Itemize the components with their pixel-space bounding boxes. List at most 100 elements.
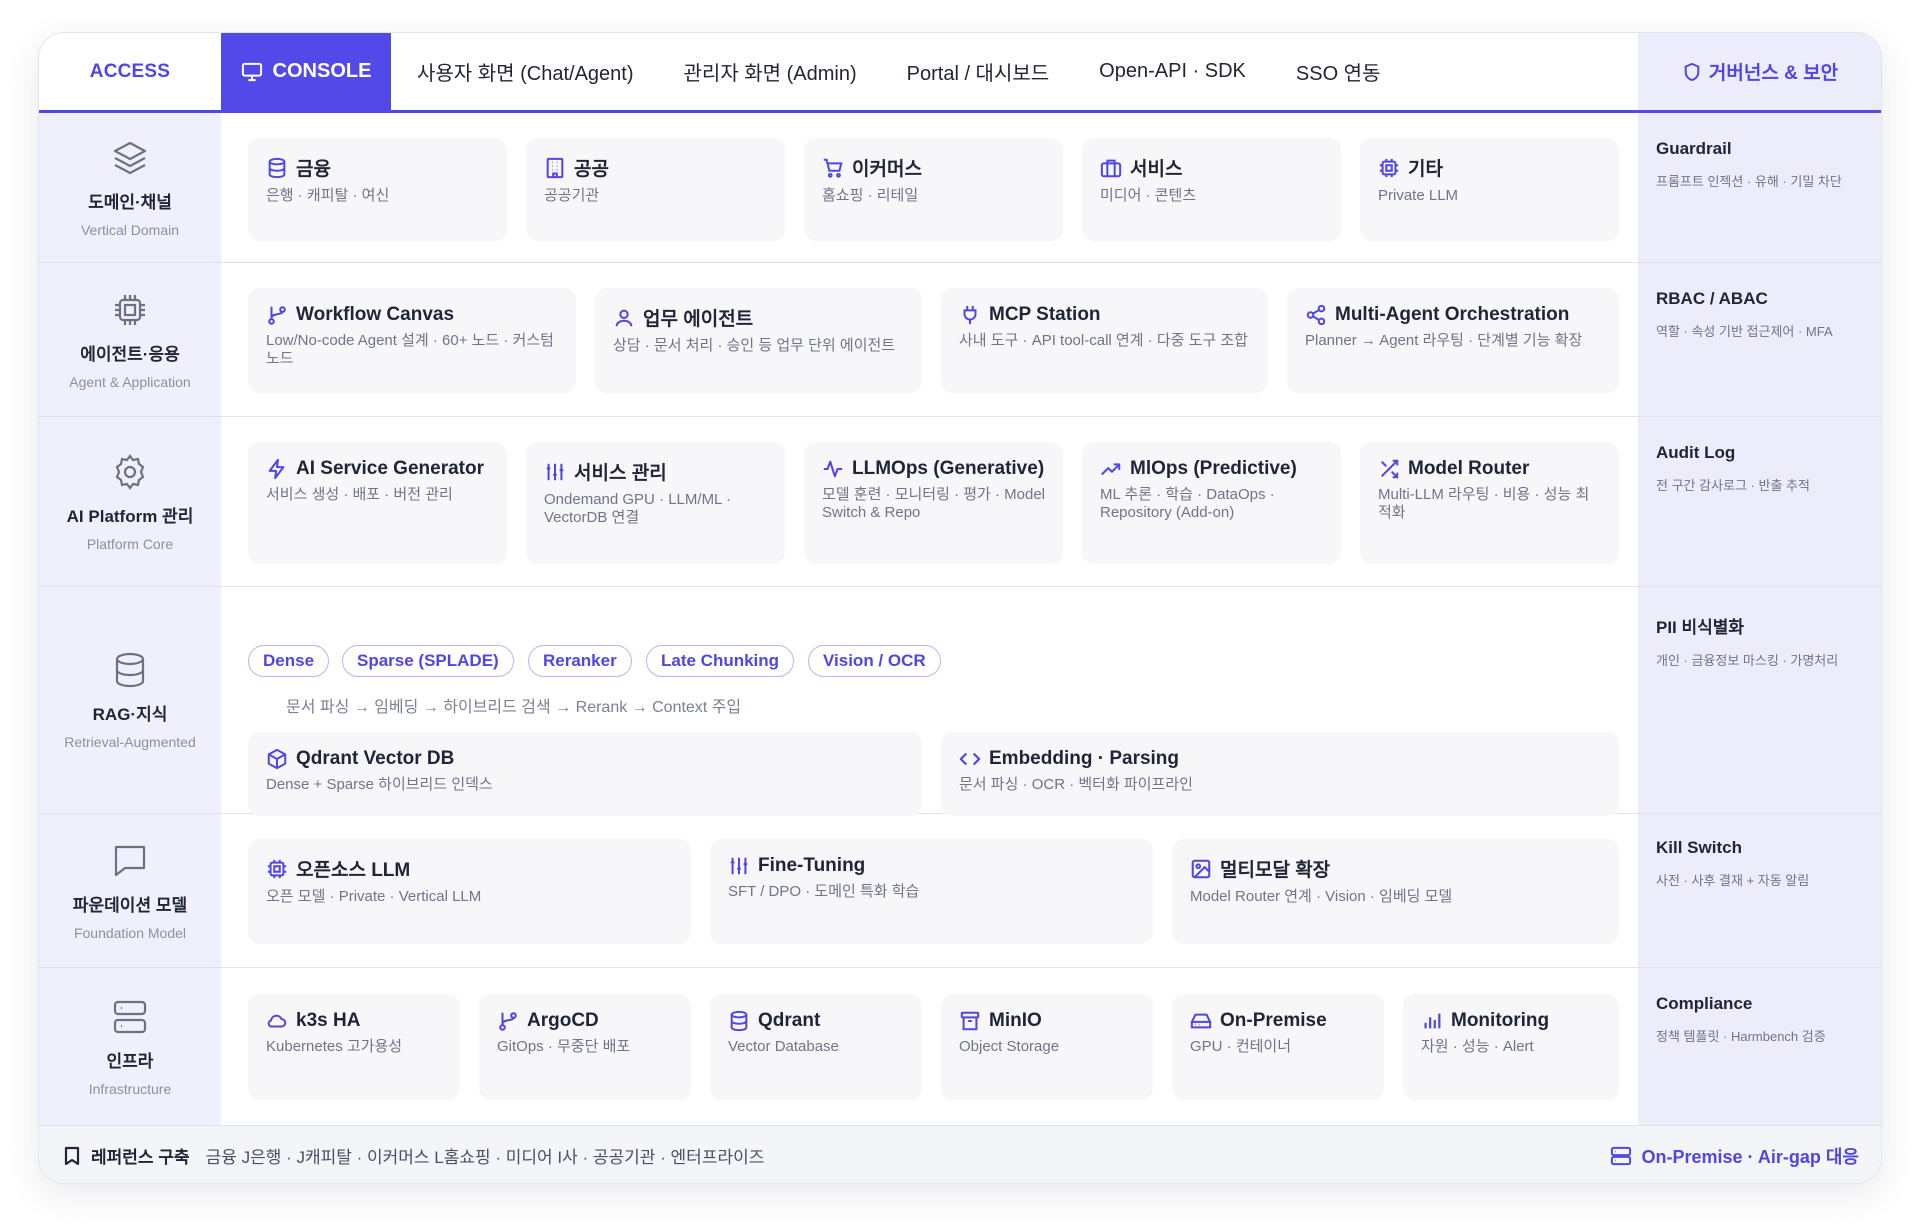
foundation-card-multimodal[interactable]: 멀티모달 확장 Model Router 연계 · Vision · 임베딩 모… (1172, 839, 1619, 944)
domain-card-service[interactable]: 서비스 미디어 · 콘텐츠 (1082, 138, 1341, 241)
row-divider (39, 967, 1881, 968)
governance-kill-switch: Kill Switch 사전 · 사후 결재 + 자동 알림 (1638, 838, 1881, 889)
platform-card-llmops[interactable]: LLMOps (Generative) 모델 훈련 · 모니터링 · 평가 · … (804, 442, 1063, 564)
platform-card-service-generator[interactable]: AI Service Generator 서비스 생성 · 배포 · 버전 관리 (248, 442, 507, 564)
tab-sso[interactable]: SSO 연동 (1296, 57, 1381, 86)
trend-icon (1100, 458, 1122, 480)
card-subtitle: Kubernetes 고가용성 (266, 1038, 403, 1055)
card-title: ArgoCD (527, 1010, 599, 1031)
sliders-icon (544, 461, 566, 483)
layer-subtitle: Infrastructure (88, 1080, 172, 1097)
tab-admin-screen[interactable]: 관리자 화면 (Admin) (684, 57, 857, 86)
layer-title: 에이전트·응용 (80, 344, 180, 364)
platform-card-mlops[interactable]: MlOps (Predictive) ML 추론 · 학습 · DataOps … (1082, 442, 1341, 564)
access-label: ACCESS (89, 60, 171, 82)
server-icon (110, 997, 150, 1037)
governance-title: Compliance (1656, 994, 1753, 1013)
cpu-icon (266, 858, 288, 880)
infra-card-k3s[interactable]: k3s HA Kubernetes 고가용성 (248, 994, 460, 1100)
card-title: 기타 (1408, 159, 1443, 180)
cube-icon (266, 748, 288, 770)
governance-rbac: RBAC / ABAC 역할 · 속성 기반 접근제어 · MFA (1638, 289, 1881, 340)
rag-flow-description: 문서 파싱 → 임베딩 → 하이브리드 검색 → Rerank → Contex… (286, 699, 742, 716)
infra-card-minio[interactable]: MinIO Object Storage (941, 994, 1153, 1100)
chip-icon (110, 290, 150, 330)
card-subtitle: 상담 · 문서 처리 · 승인 등 업무 단위 에이전트 (613, 337, 896, 354)
card-title: Workflow Canvas (296, 304, 455, 325)
rag-chip-vision-ocr[interactable]: Vision / OCR (808, 645, 941, 677)
agent-card-orchestration[interactable]: Multi-Agent Orchestration Planner → Agen… (1287, 288, 1619, 393)
tab-user-screen[interactable]: 사용자 화면 (Chat/Agent) (417, 57, 634, 86)
rag-card-qdrant[interactable]: Qdrant Vector DB Dense + Sparse 하이브리드 인덱… (248, 732, 922, 816)
governance-subtitle: 프롬프트 인젝션 · 유해 · 기밀 차단 (1656, 174, 1842, 189)
governance-title: Audit Log (1656, 443, 1736, 462)
governance-pii: PII 비식별화 개인 · 금융정보 마스킹 · 가명처리 (1638, 613, 1881, 669)
card-title: AI Service Generator (296, 458, 484, 479)
rag-chip-sparse[interactable]: Sparse (SPLADE) (342, 645, 514, 677)
card-title: Embedding · Parsing (989, 748, 1180, 769)
card-subtitle: ML 추론 · 학습 · DataOps · Repository (Add-o… (1100, 486, 1275, 521)
database-icon (110, 650, 150, 690)
rag-chip-dense[interactable]: Dense (248, 645, 330, 677)
layer-domain: 도메인·채널 Vertical Domain (39, 113, 221, 262)
shield-icon (1683, 62, 1701, 82)
infra-card-qdrant[interactable]: Qdrant Vector Database (710, 994, 922, 1100)
card-title: Qdrant (758, 1010, 821, 1031)
governance-subtitle: 전 구간 감사로그 · 반출 추적 (1656, 478, 1810, 493)
card-title: 공공 (574, 159, 609, 180)
agent-card-workflow[interactable]: Workflow Canvas Low/No-code Agent 설계 · 6… (248, 288, 576, 393)
tab-portal[interactable]: Portal / 대시보드 (907, 57, 1050, 86)
domain-card-public[interactable]: 공공 공공기관 (526, 138, 785, 241)
card-subtitle: Private LLM (1378, 187, 1459, 204)
branch-icon (266, 304, 288, 326)
rag-chip-reranker[interactable]: Reranker (528, 645, 632, 677)
console-tab[interactable]: CONSOLE (221, 33, 391, 110)
governance-title: Kill Switch (1656, 838, 1742, 857)
monitor-icon (241, 62, 263, 82)
layer-title: 도메인·채널 (88, 192, 172, 212)
layer-subtitle: Retrieval-Augmented (64, 734, 196, 750)
domain-card-other[interactable]: 기타 Private LLM (1360, 138, 1619, 241)
platform-card-service-management[interactable]: 서비스 관리 Ondemand GPU · LLM/ML · VectorDB … (526, 442, 785, 564)
footer-bar: 레퍼런스 구축 금융 J은행 · J캐피탈 · 이커머스 L홈쇼핑 · 미디어 … (39, 1125, 1881, 1183)
briefcase-icon (1100, 157, 1122, 179)
rag-chip-late-chunking[interactable]: Late Chunking (646, 645, 795, 677)
platform-card-model-router[interactable]: Model Router Multi-LLM 라우팅 · 비용 · 성능 최적화 (1360, 442, 1619, 564)
card-subtitle: Multi-LLM 라우팅 · 비용 · 성능 최적화 (1378, 486, 1590, 521)
card-subtitle: 자원 · 성능 · Alert (1421, 1038, 1534, 1055)
image-icon (1190, 858, 1212, 880)
infra-card-monitoring[interactable]: Monitoring 자원 · 성능 · Alert (1403, 994, 1619, 1100)
reference-list: 금융 J은행 · J캐피탈 · 이커머스 L홈쇼핑 · 미디어 I사 · 공공기… (205, 1148, 765, 1167)
rag-card-embedding[interactable]: Embedding · Parsing 문서 파싱 · OCR · 벡터화 파이… (941, 732, 1619, 816)
card-subtitle: SFT / DPO · 도메인 특화 학습 (728, 883, 920, 900)
domain-card-ecommerce[interactable]: 이커머스 홈쇼핑 · 리테일 (804, 138, 1063, 241)
onpremise-label: On-Premise · Air-gap 대응 (1641, 1146, 1860, 1167)
card-subtitle: Dense + Sparse 하이브리드 인덱스 (266, 776, 493, 793)
gear-icon (110, 452, 150, 492)
infra-card-onpremise[interactable]: On-Premise GPU · 컨테이너 (1172, 994, 1384, 1100)
card-subtitle: Low/No-code Agent 설계 · 60+ 노드 · 커스텀 노드 (266, 332, 554, 367)
foundation-card-finetuning[interactable]: Fine-Tuning SFT / DPO · 도메인 특화 학습 (710, 839, 1153, 944)
card-subtitle: Object Storage (959, 1038, 1060, 1055)
infra-card-argocd[interactable]: ArgoCD GitOps · 무중단 배포 (479, 994, 691, 1100)
agent-card-business[interactable]: 업무 에이전트 상담 · 문서 처리 · 승인 등 업무 단위 에이전트 (595, 288, 922, 393)
domain-card-finance[interactable]: 금융 은행 · 캐피탈 · 여신 (248, 138, 507, 241)
bars-icon (1421, 1010, 1443, 1032)
plug-icon (959, 304, 981, 326)
foundation-card-opensource[interactable]: 오픈소스 LLM 오픈 모델 · Private · Vertical LLM (248, 839, 691, 944)
building-icon (544, 157, 566, 179)
card-subtitle: 모델 훈련 · 모니터링 · 평가 · Model Switch & Repo (822, 486, 1046, 521)
layer-foundation: 파운데이션 모델 Foundation Model (39, 814, 221, 967)
governance-compliance: Compliance 정책 템플릿 · Harmbench 검증 (1638, 994, 1881, 1045)
card-title: 서비스 (1130, 159, 1183, 180)
card-subtitle: 홈쇼핑 · 리테일 (822, 187, 919, 204)
row-divider (39, 586, 1881, 587)
access-tabs: 사용자 화면 (Chat/Agent) 관리자 화면 (Admin) Porta… (391, 33, 1638, 110)
console-label: CONSOLE (272, 60, 372, 82)
card-subtitle: Ondemand GPU · LLM/ML · VectorDB 연결 (544, 491, 732, 526)
governance-title: PII 비식별화 (1656, 618, 1745, 637)
card-title: On-Premise (1220, 1010, 1327, 1031)
drive-icon (1190, 1010, 1212, 1032)
agent-card-mcp[interactable]: MCP Station 사내 도구 · API tool-call 연계 · 다… (941, 288, 1268, 393)
tab-open-api[interactable]: Open-API · SDK (1099, 60, 1246, 83)
